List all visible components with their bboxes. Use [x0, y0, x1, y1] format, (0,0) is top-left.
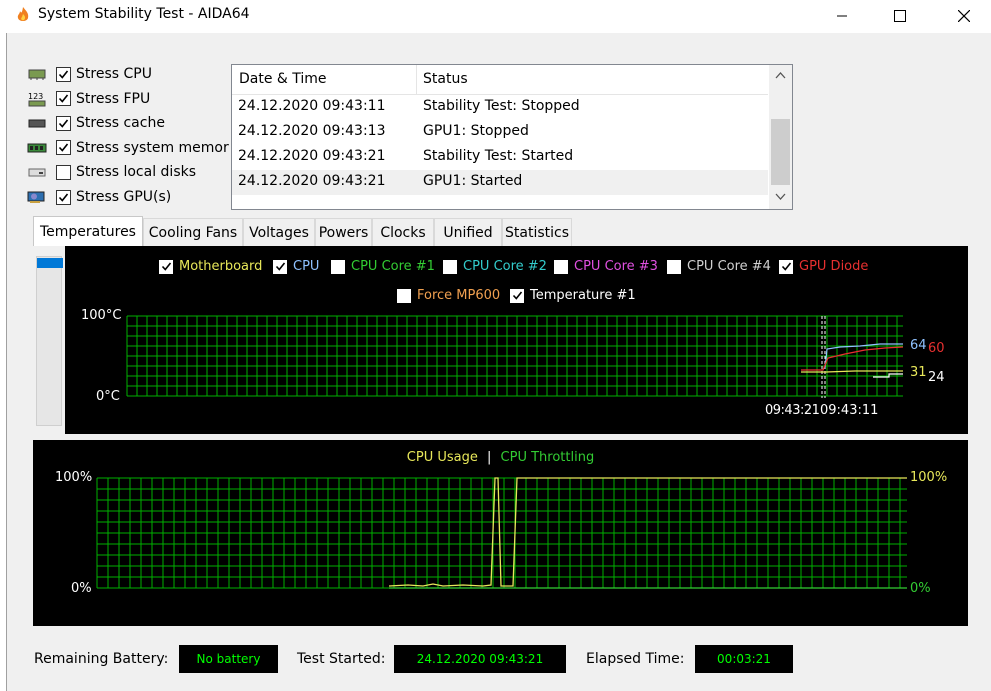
usage-axis-left-top: 100% [55, 470, 93, 485]
log-status: GPU1: Started [423, 173, 523, 189]
usage-legend: CPU Usage | CPU Throttling [33, 450, 968, 465]
usage-grid [96, 477, 907, 589]
maximize-icon [894, 9, 906, 22]
motherboard-temp-line [801, 370, 903, 373]
usage-axis-right-bottom: 0% [910, 581, 931, 596]
tab-voltages[interactable]: Voltages [243, 218, 315, 246]
usage-axis-right-top: 100% [910, 470, 948, 485]
log-datetime: 24.12.2020 09:43:13 [238, 123, 386, 139]
test-started-value: 24.12.2020 09:43:21 [394, 645, 566, 673]
tab-clocks[interactable]: Clocks [372, 218, 434, 246]
scroll-down-icon[interactable] [775, 193, 786, 201]
scrollbar-thumb[interactable] [771, 119, 790, 185]
stress-checkbox[interactable] [56, 164, 71, 180]
gpu-diode-value: 60 [928, 341, 945, 356]
stress-option[interactable]: Stress cache [26, 112, 165, 134]
log-datetime: 24.12.2020 09:43:21 [238, 173, 386, 189]
stress-checkbox[interactable] [56, 66, 71, 82]
time-label: 09:43:21 [765, 403, 820, 418]
cpu-usage-graph: CPU Usage | CPU Throttling 100% 0% 100% … [33, 440, 968, 626]
log-row[interactable]: 24.12.2020 09:43:13 GPU1: Stopped [232, 120, 768, 145]
sensor-list-scroll[interactable] [36, 256, 63, 426]
stress-checkbox[interactable] [56, 91, 71, 107]
cpu-usage-line [388, 477, 907, 587]
title-bar: System Stability Test - AIDA64 [0, 0, 991, 31]
temp-axis-top: 100°C [81, 308, 122, 323]
tab-unified[interactable]: Unified [434, 218, 502, 246]
close-icon [958, 9, 970, 22]
minimize-button[interactable] [819, 0, 865, 31]
stress-label: Stress cache [76, 115, 165, 132]
stress-option[interactable]: 123 Stress FPU [26, 88, 150, 110]
tab-statistics[interactable]: Statistics [502, 218, 572, 246]
usage-axis-left-bottom: 0% [71, 581, 92, 596]
col-status-header[interactable]: Status [423, 71, 468, 87]
memory-module-icon [26, 140, 48, 156]
log-header: Date & Time Status [232, 65, 768, 95]
stress-label: Stress system memor [76, 139, 229, 156]
scroll-up-icon[interactable] [775, 71, 786, 79]
stress-checkbox[interactable] [56, 189, 71, 205]
cpu-temp-value: 64 [910, 338, 927, 353]
log-row[interactable]: 24.12.2020 09:43:11 Stability Test: Stop… [232, 95, 768, 120]
window-title: System Stability Test - AIDA64 [38, 6, 250, 22]
column-divider[interactable] [416, 65, 417, 95]
time-label: 09:43:11 [820, 403, 879, 418]
status-log[interactable]: Date & Time Status 24.12.2020 09:43:11 S… [231, 64, 793, 210]
log-scrollbar[interactable] [769, 65, 792, 209]
stress-label: Stress FPU [76, 90, 151, 107]
temp-axis-bottom: 0°C [96, 389, 120, 404]
log-status: Stability Test: Stopped [423, 98, 580, 114]
fpu-123-icon: 123 [26, 91, 48, 107]
battery-value: No battery [179, 645, 278, 673]
log-datetime: 24.12.2020 09:43:11 [238, 98, 386, 114]
flame-icon [17, 7, 29, 21]
stress-option[interactable]: Stress GPU(s) [26, 186, 171, 208]
cache-chip-icon [26, 115, 48, 131]
close-button[interactable] [941, 0, 987, 31]
tab-temperatures[interactable]: Temperatures [33, 216, 143, 247]
svg-text:123: 123 [28, 92, 43, 101]
battery-label: Remaining Battery: [34, 651, 169, 667]
cpu-chip-icon [26, 66, 48, 82]
tab-cooling-fans[interactable]: Cooling Fans [143, 218, 243, 246]
elapsed-time-label: Elapsed Time: [586, 651, 685, 667]
stress-checkbox[interactable] [56, 115, 71, 131]
scroll-position-indicator[interactable] [37, 258, 63, 268]
disk-drive-icon [26, 164, 48, 180]
motherboard-temp-value: 31 [910, 365, 927, 380]
stress-label: Stress CPU [76, 66, 152, 82]
cpu-throttling-legend: CPU Throttling [500, 450, 595, 465]
minimize-icon [837, 15, 847, 16]
stress-checkbox[interactable] [56, 140, 71, 156]
stress-label: Stress local disks [76, 164, 197, 181]
maximize-button[interactable] [877, 0, 923, 31]
gpu-card-icon [26, 189, 48, 205]
stress-option[interactable]: Stress system memor [26, 137, 229, 159]
log-row-selected[interactable]: 24.12.2020 09:43:21 GPU1: Started [232, 170, 768, 195]
cpu-usage-legend: CPU Usage [406, 450, 478, 465]
temperature1-value: 24 [928, 370, 945, 385]
stress-label: Stress GPU(s) [76, 189, 172, 205]
stress-option[interactable]: Stress CPU [26, 63, 152, 85]
test-started-label: Test Started: [297, 651, 386, 667]
elapsed-time-value: 00:03:21 [695, 645, 793, 673]
log-datetime: 24.12.2020 09:43:21 [238, 148, 386, 164]
log-status: GPU1: Stopped [423, 123, 529, 139]
log-row[interactable]: 24.12.2020 09:43:21 Stability Test: Star… [232, 145, 768, 170]
gpu-diode-line [801, 346, 904, 371]
log-status: Stability Test: Started [423, 148, 574, 164]
stress-option[interactable]: Stress local disks [26, 161, 196, 183]
tab-powers[interactable]: Powers [315, 218, 372, 246]
legend-separator: | [487, 450, 492, 465]
temperature-graph: Motherboard CPU CPU Core #1 CPU Core #2 CPU … [65, 246, 968, 434]
col-datetime-header[interactable]: Date & Time [239, 71, 327, 87]
